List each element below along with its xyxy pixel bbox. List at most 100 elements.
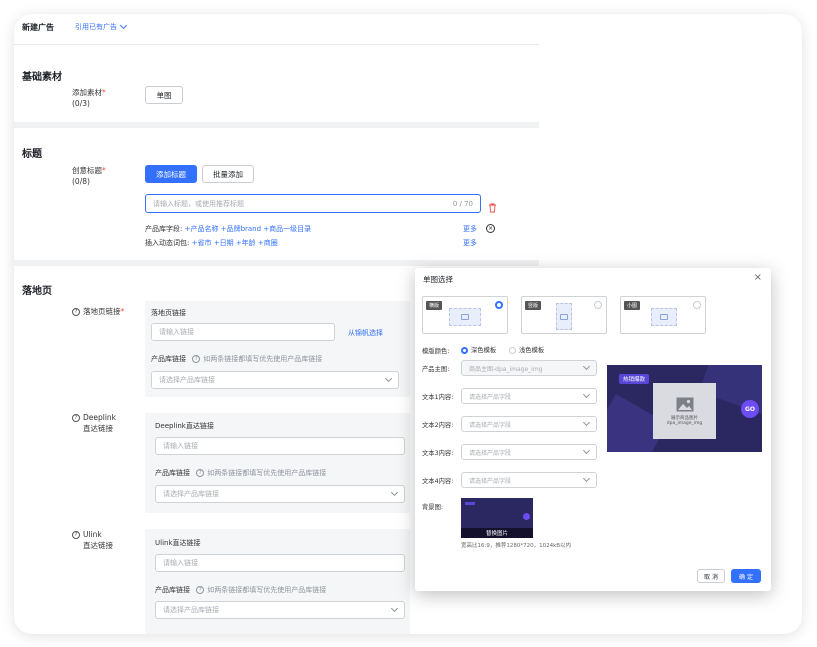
single-image-dialog: 单图选择 × 横版 竖版 小图 模版颜色: 深色模板 浅色模板 产品主图: 商品… xyxy=(415,268,771,591)
single-image-button[interactable]: 单图 xyxy=(145,86,183,104)
question-icon: ? xyxy=(196,586,205,594)
deeplink-label: ? Deeplink 直达链接 xyxy=(72,412,116,434)
word-age[interactable]: +年龄 xyxy=(236,239,256,247)
template-radio[interactable] xyxy=(495,301,503,309)
preview-product-image: 展示商品图片 dpa_image_img xyxy=(653,383,716,439)
ulink-product-row: 产品库链接 ? 如两条链接都填写优先使用产品库链接 xyxy=(155,586,327,594)
section-title-headline: 标题 xyxy=(22,149,42,160)
field-category[interactable]: +商品一级目录 xyxy=(263,225,311,233)
product-image-select[interactable]: 商品主图-dpa_image_img xyxy=(461,360,597,376)
template-tag: 横版 xyxy=(426,301,443,310)
add-title-button[interactable]: 添加标题 xyxy=(145,165,197,183)
word-date[interactable]: +日期 xyxy=(214,239,234,247)
title-placeholder: 请输入标题，或使用推荐标题 xyxy=(153,199,244,208)
chevron-down-icon xyxy=(582,474,591,483)
field-product-name[interactable]: +产品名称 xyxy=(185,225,219,233)
ad-preview: 热销爆款 展示商品图片 dpa_image_img GO xyxy=(607,365,762,452)
color-light-option[interactable]: 浅色模板 xyxy=(509,345,544,354)
trash-icon[interactable] xyxy=(488,198,497,217)
chevron-down-icon xyxy=(119,21,128,30)
template-small[interactable]: 小图 xyxy=(620,296,706,334)
preview-caption-2: dpa_image_img xyxy=(666,420,703,426)
template-vertical[interactable]: 竖版 xyxy=(521,296,607,334)
chevron-down-icon xyxy=(384,374,393,383)
ulink-input[interactable]: 请输入链接 xyxy=(155,554,405,572)
add-material-label: 添加素材* (0/3) xyxy=(72,88,106,108)
color-dark-option[interactable]: 深色模板 xyxy=(461,345,496,354)
close-icon[interactable]: × xyxy=(754,272,762,283)
ulink-product-select[interactable]: 请选择产品库链接 xyxy=(155,601,405,619)
section-divider xyxy=(14,260,539,266)
template-tag: 小图 xyxy=(624,301,641,310)
question-icon: ? xyxy=(192,355,201,363)
image-placeholder-icon xyxy=(556,303,572,330)
background-hint: 宽高比16:9，推荐1280*720，1024kB以内 xyxy=(461,543,572,549)
cite-existing-ad-link[interactable]: 引用已有广告 xyxy=(75,21,128,32)
text1-select[interactable]: 请选择产品字段 xyxy=(461,388,597,404)
landing-link-input[interactable]: 请输入链接 xyxy=(151,323,335,341)
replace-image-button[interactable]: 替换图片 xyxy=(461,528,533,538)
close-circle-icon[interactable]: × xyxy=(486,224,495,233)
ulink-box-title: Ulink直达链接 xyxy=(155,539,201,547)
landing-product-select[interactable]: 请选择产品库链接 xyxy=(151,371,399,389)
template-horizontal[interactable]: 横版 xyxy=(422,296,508,334)
cancel-button[interactable]: 取 消 xyxy=(697,569,725,583)
chevron-down-icon xyxy=(582,390,591,399)
preview-badge: 热销爆款 xyxy=(619,374,650,384)
landing-product-row: 产品库链接 ? 如两条链接都填写优先使用产品库链接 xyxy=(151,355,323,363)
text1-label: 文本1内容: xyxy=(422,394,454,401)
question-icon: ? xyxy=(72,308,80,316)
deeplink-product-row: 产品库链接 ? 如两条链接都填写优先使用产品库链接 xyxy=(155,469,327,477)
text4-label: 文本4内容: xyxy=(422,478,454,485)
template-radio[interactable] xyxy=(594,301,602,309)
background-thumbnail[interactable]: 替换图片 xyxy=(461,498,533,538)
chevron-down-icon xyxy=(390,488,399,497)
landing-link-label: ? 落地页链接* xyxy=(72,306,124,317)
confirm-button[interactable]: 确 定 xyxy=(731,569,761,583)
batch-add-button[interactable]: 批量添加 xyxy=(202,165,254,183)
word-district[interactable]: +商圈 xyxy=(258,239,278,247)
page-title: 新建广告 xyxy=(22,23,54,32)
text2-select[interactable]: 请选择产品字段 xyxy=(461,416,597,432)
section-divider xyxy=(14,122,539,128)
title-input[interactable]: 请输入标题，或使用推荐标题 0 / 70 xyxy=(145,194,481,213)
dialog-title: 单图选择 xyxy=(423,275,453,284)
field-brand[interactable]: +品牌brand xyxy=(221,225,261,233)
background-label: 背景图: xyxy=(422,504,444,511)
preview-go-button: GO xyxy=(741,400,759,418)
header-divider xyxy=(14,44,539,45)
section-title-basic: 基础素材 xyxy=(22,72,62,83)
deeplink-input[interactable]: 请输入链接 xyxy=(155,437,405,455)
text4-select[interactable]: 请选择产品字段 xyxy=(461,472,597,488)
dynamic-words-row: 插入动态词包: +省市 +日期 +年龄 +商圈 xyxy=(145,239,278,247)
product-fields-row: 产品库字段: +产品名称 +品牌brand +商品一级目录 xyxy=(145,225,312,233)
section-title-landing: 落地页 xyxy=(22,286,52,297)
chevron-down-icon xyxy=(582,362,591,371)
more-fields-link[interactable]: 更多 xyxy=(463,224,477,234)
image-placeholder-icon xyxy=(449,308,481,326)
template-tag: 竖版 xyxy=(525,301,542,310)
template-radio[interactable] xyxy=(693,301,701,309)
ulink-label: ? Ulink 直达链接 xyxy=(72,529,113,551)
thumb-go xyxy=(523,513,530,520)
chevron-down-icon xyxy=(390,604,399,613)
question-icon: ? xyxy=(72,531,80,539)
pick-from-site-link[interactable]: 从锦帆选择 xyxy=(348,328,383,338)
char-count: 0 / 70 xyxy=(452,199,473,208)
chevron-down-icon xyxy=(582,446,591,455)
question-icon: ? xyxy=(196,469,205,477)
creative-title-label: 创意标题* (0/8) xyxy=(72,166,106,186)
template-color-label: 模版颜色: xyxy=(422,348,450,355)
more-words-link[interactable]: 更多 xyxy=(463,238,477,248)
word-province[interactable]: +省市 xyxy=(192,239,212,247)
image-placeholder-icon xyxy=(651,308,677,326)
chevron-down-icon xyxy=(582,418,591,427)
text3-label: 文本3内容: xyxy=(422,450,454,457)
text2-label: 文本2内容: xyxy=(422,422,454,429)
text3-select[interactable]: 请选择产品字段 xyxy=(461,444,597,460)
landing-link-box-title: 落地页链接 xyxy=(151,309,186,317)
product-image-label: 产品主图: xyxy=(422,366,450,373)
cite-link-label: 引用已有广告 xyxy=(75,23,117,31)
deeplink-box-title: Deeplink直达链接 xyxy=(155,422,214,430)
deeplink-product-select[interactable]: 请选择产品库链接 xyxy=(155,485,405,503)
